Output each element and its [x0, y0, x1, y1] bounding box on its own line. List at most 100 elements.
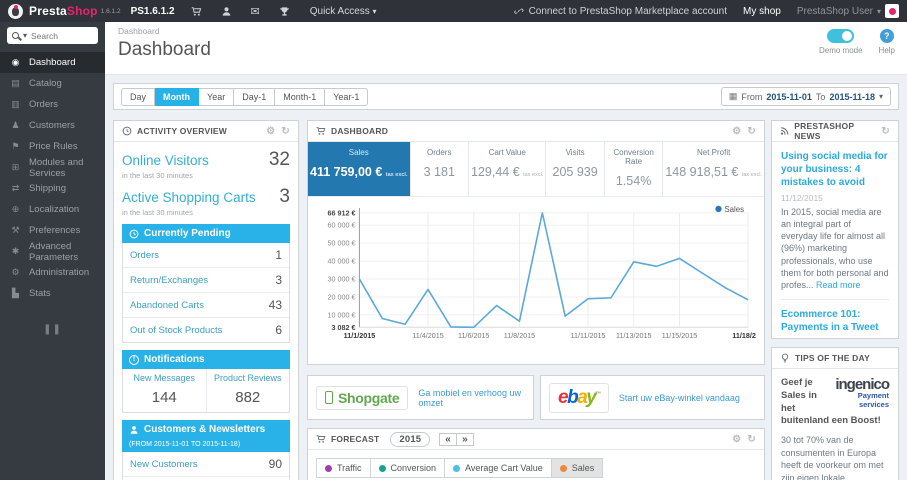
period-day-1-button[interactable]: Day-1 — [234, 87, 276, 106]
out-of-stock-link[interactable]: Out of Stock Products — [130, 325, 222, 336]
period-year-button[interactable]: Year — [199, 87, 235, 106]
help-control: ? Help — [879, 29, 895, 55]
forecast-next-button[interactable]: » — [457, 432, 474, 446]
product-reviews-link[interactable]: Product Reviews — [209, 373, 288, 383]
new-customers-link[interactable]: New Customers — [130, 459, 198, 470]
kpi-conversion-rate[interactable]: Conversion Rate 1.54% — [605, 142, 664, 196]
breadcrumb[interactable]: Dashboard — [105, 22, 907, 36]
help-icon[interactable]: ? — [879, 29, 894, 43]
news-article-title[interactable]: Ecommerce 101: Payments in a Tweet — [781, 308, 889, 334]
ebay-ad-panel: ebay™ Start uw eBay-winkel vandaag — [540, 375, 765, 420]
ebay-logo: ebay™ — [549, 382, 609, 413]
svg-text:40 000 €: 40 000 € — [327, 257, 355, 266]
user-avatar — [885, 4, 899, 18]
sidebar-item-orders[interactable]: ▥ Orders — [0, 94, 105, 115]
puzzle-icon: ⊞ — [11, 162, 20, 172]
page-header: Dashboard Dashboard Demo mode ? Help — [105, 22, 907, 75]
sidebar-item-stats[interactable]: ▙ Stats — [0, 283, 105, 304]
customer-icon[interactable] — [221, 6, 232, 17]
brand-name: PrestaShop — [29, 4, 98, 18]
tab-average-cart-value[interactable]: Average Cart Value — [445, 458, 552, 478]
forecast-year: 2015 — [390, 431, 431, 447]
panel-refresh-icon[interactable]: ↻ — [281, 126, 290, 137]
returns-link[interactable]: Return/Exchanges — [130, 275, 208, 286]
clock-icon — [129, 229, 139, 239]
period-day-button[interactable]: Day — [121, 87, 156, 106]
kpi-net-profit[interactable]: Net Profit 148 918,51 € tax excl. — [663, 142, 764, 196]
sidebar-item-localization[interactable]: ⊕ Localization — [0, 199, 105, 220]
page-title: Dashboard — [118, 39, 211, 60]
chevron-down-icon: ▾ — [372, 6, 377, 16]
notifications-section: ! Notifications New Messages 144 Product R… — [122, 350, 290, 413]
active-carts-value: 3 — [279, 186, 290, 207]
news-article-title[interactable]: Using social media for your business: 4 … — [781, 150, 889, 189]
new-messages-link[interactable]: New Messages — [125, 373, 204, 383]
abandoned-carts-link[interactable]: Abandoned Carts — [130, 300, 204, 311]
search-scope-caret-icon[interactable]: ▾ — [23, 31, 27, 40]
period-month-1-button[interactable]: Month-1 — [275, 87, 326, 106]
messages-icon[interactable]: ✉ — [251, 5, 260, 18]
date-range-picker[interactable]: ▦ From 2015-11-01 To 2015-11-18 ▾ — [720, 87, 891, 106]
panel-title: ACTIVITY OVERVIEW — [137, 126, 227, 136]
quick-access-menu[interactable]: Quick Access ▾ — [310, 6, 377, 17]
conversion-dot-icon — [378, 464, 386, 472]
user-menu[interactable]: PrestaShop User ▾ — [797, 4, 899, 18]
sidebar-item-customers[interactable]: ♟ Customers — [0, 115, 105, 136]
cart-icon[interactable] — [191, 6, 202, 17]
kpi-sales[interactable]: Sales 411 759,00 € tax excl. — [308, 142, 411, 196]
tab-conversion[interactable]: Conversion — [370, 458, 446, 478]
panel-settings-icon[interactable]: ⚙ — [732, 434, 741, 445]
sidebar-item-price-rules[interactable]: ⚑ Price Rules — [0, 136, 105, 157]
prestashop-logo[interactable] — [8, 3, 23, 19]
clipboard-icon: ▥ — [11, 99, 20, 109]
period-month-button[interactable]: Month — [155, 87, 200, 106]
sidebar-item-dashboard[interactable]: ◉ Dashboard — [0, 52, 105, 73]
panel-settings-icon[interactable]: ⚙ — [266, 126, 275, 137]
sidebar-search[interactable]: ▾ — [7, 27, 98, 44]
online-visitors-link[interactable]: Online Visitors — [122, 153, 209, 168]
search-icon — [12, 32, 19, 39]
read-more-link[interactable]: Read more — [816, 280, 861, 290]
sidebar-item-modules-and-services[interactable]: ⊞ Modules and Services — [0, 157, 105, 179]
search-input[interactable] — [31, 30, 93, 41]
wrench-icon: ⚒ — [11, 225, 20, 235]
orders-link[interactable]: Orders — [130, 250, 159, 261]
panel-refresh-icon[interactable]: ↻ — [747, 434, 756, 445]
panel-refresh-icon[interactable]: ↻ — [881, 126, 890, 137]
tab-sales[interactable]: Sales — [551, 458, 604, 478]
news-article: Ecommerce 101: Payments in a Tweet 11/05… — [781, 308, 889, 338]
svg-text:20 000 €: 20 000 € — [327, 292, 355, 301]
sidebar-item-advanced-parameters[interactable]: ✱ Advanced Parameters — [0, 241, 105, 263]
my-shop-link[interactable]: My shop — [743, 6, 781, 17]
shopgate-link[interactable]: Ga mobiel en verhoog uw omzet — [418, 388, 525, 408]
kpi-visits[interactable]: Visits 205 939 — [546, 142, 605, 196]
forecast-prev-button[interactable]: « — [439, 432, 458, 446]
kpi-cart-value[interactable]: Cart Value 129,44 € tax excl. — [469, 142, 547, 196]
marketplace-link[interactable]: Connect to PrestaShop Marketplace accoun… — [514, 6, 727, 17]
news-article: Using social media for your business: 4 … — [781, 150, 889, 290]
sidebar-item-preferences[interactable]: ⚒ Preferences — [0, 220, 105, 241]
activity-overview-panel: ACTIVITY OVERVIEW ⚙ ↻ Online Visitors 32 i… — [113, 120, 299, 480]
customers-newsletters-section: Customers & Newsletters (FROM 2015-11-01 … — [122, 420, 290, 480]
panel-settings-icon[interactable]: ⚙ — [732, 126, 741, 137]
sidebar-collapse-button[interactable]: ❚❚ — [0, 324, 105, 335]
demo-mode-label: Demo mode — [818, 46, 863, 55]
tab-traffic[interactable]: Traffic — [316, 458, 371, 478]
panel-refresh-icon[interactable]: ↻ — [747, 126, 756, 137]
dashboard-panel: DASHBOARD ⚙ ↻ Sales 411 759,00 € tax excl.… — [307, 120, 765, 365]
svg-text:11/15/2015: 11/15/2015 — [662, 331, 697, 340]
demo-mode-toggle[interactable] — [827, 29, 855, 43]
sidebar-item-catalog[interactable]: ▤ Catalog — [0, 73, 105, 94]
cart-icon — [316, 126, 326, 136]
period-year-1-button[interactable]: Year-1 — [325, 87, 369, 106]
shop-version-label: PS1.6.1.2 — [130, 5, 175, 17]
sidebar-item-administration[interactable]: ⚙ Administration — [0, 262, 105, 283]
trophy-icon[interactable] — [279, 6, 290, 17]
bar-chart-icon: ▙ — [12, 288, 19, 298]
sidebar-item-shipping[interactable]: ⇄ Shipping — [0, 178, 105, 199]
active-carts-link[interactable]: Active Shopping Carts — [122, 190, 256, 205]
forecast-tabs: Traffic Conversion Average Cart Value Sa… — [316, 458, 756, 478]
kpi-orders[interactable]: Orders 3 181 — [411, 142, 469, 196]
svg-text:10 000 €: 10 000 € — [327, 310, 355, 319]
ebay-link[interactable]: Start uw eBay-winkel vandaag — [619, 393, 740, 403]
